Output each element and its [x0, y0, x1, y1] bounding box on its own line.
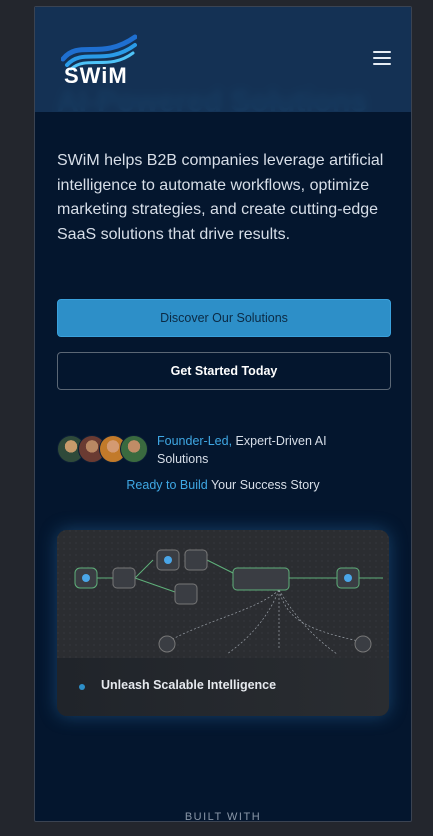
- card-caption-bar: Unleash Scalable Intelligence: [57, 658, 389, 716]
- founder-accent: Founder-Led,: [157, 434, 233, 448]
- ready-tagline: Ready to Build Your Success Story: [35, 478, 411, 492]
- workflow-diagram-image: [57, 530, 389, 658]
- card-caption-text: Unleash Scalable Intelligence: [101, 678, 277, 692]
- site-header: SWiM: [35, 7, 411, 112]
- ready-rest: Your Success Story: [207, 478, 320, 492]
- brand-logo[interactable]: SWiM: [61, 31, 137, 88]
- avatar: [120, 435, 148, 463]
- founder-tagline: Founder-Led, Expert-Driven AI Solutions: [157, 432, 367, 468]
- get-started-button[interactable]: Get Started Today: [57, 352, 391, 390]
- workflow-card[interactable]: Unleash Scalable Intelligence: [57, 530, 389, 716]
- brand-name: SWiM: [64, 63, 128, 88]
- built-with-heading: BUILT WITH: [184, 811, 262, 822]
- discover-solutions-button[interactable]: Discover Our Solutions: [57, 299, 391, 337]
- bullet-dot-icon: [79, 684, 85, 690]
- page-frame: AI-Powered Solutions SWiM SWiM helps B2B…: [34, 6, 412, 822]
- founder-avatars: [57, 435, 149, 463]
- hamburger-menu-icon[interactable]: [373, 51, 391, 67]
- hero-description: SWiM helps B2B companies leverage artifi…: [57, 152, 384, 243]
- ready-accent: Ready to Build: [126, 478, 208, 492]
